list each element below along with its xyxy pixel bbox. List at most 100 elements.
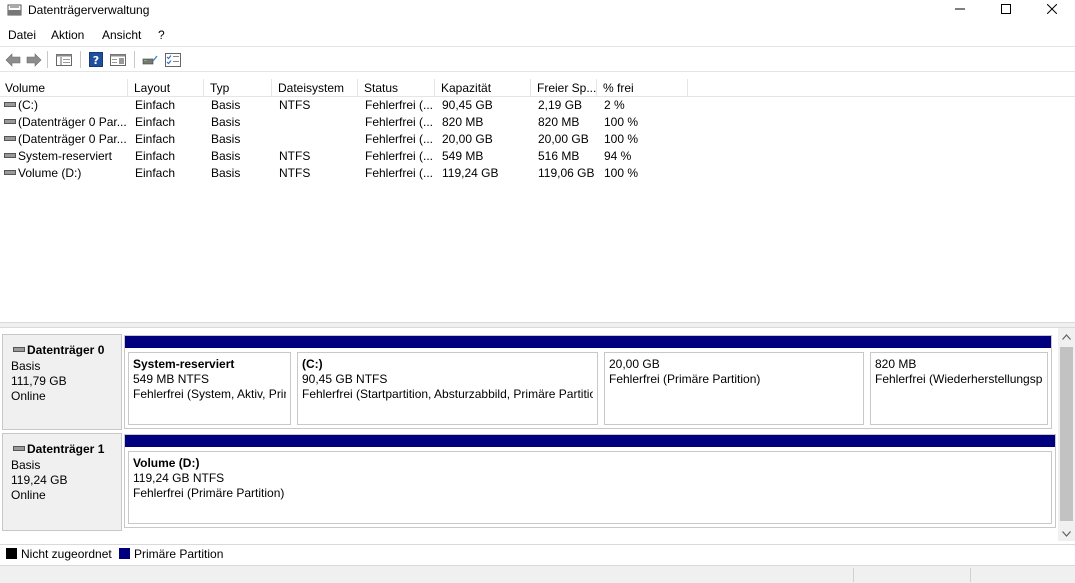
help-button[interactable]: ? — [88, 50, 104, 69]
cell-percent-free: 2 % — [604, 98, 625, 112]
column-header-capacity[interactable]: Kapazität — [436, 79, 531, 97]
disk-management-icon — [7, 4, 22, 16]
legend-swatch-unallocated — [6, 548, 17, 559]
minimize-button[interactable] — [937, 0, 983, 18]
maximize-icon — [1001, 4, 1011, 14]
partition-recovery[interactable]: 820 MB Fehlerfrei (Wiederherstellungspar… — [867, 336, 1051, 428]
disk-1-label[interactable]: Datenträger 1 Basis 119,24 GB Online — [2, 433, 122, 531]
cell-capacity: 549 MB — [442, 149, 484, 163]
console-tree-button[interactable] — [55, 50, 73, 69]
disk-icon — [13, 347, 25, 353]
cell-layout: Einfach — [135, 98, 176, 112]
cell-layout: Einfach — [135, 149, 176, 163]
volume-row[interactable]: Volume (D:) Einfach Basis NTFS Fehlerfre… — [0, 165, 1075, 182]
disk-0-type: Basis — [11, 359, 41, 373]
back-arrow-icon — [5, 52, 20, 67]
disk-connect-button[interactable] — [142, 50, 158, 69]
partition-disk0-3[interactable]: 20,00 GB Fehlerfrei (Primäre Partition) — [601, 336, 867, 428]
cell-type: Basis — [211, 166, 241, 180]
column-header-free-space[interactable]: Freier Sp... — [532, 79, 597, 97]
primary-partition-bar — [867, 336, 1051, 348]
column-header-type[interactable]: Typ — [205, 79, 272, 97]
properties-button[interactable] — [109, 50, 127, 69]
partition-status: Fehlerfrei (Primäre Partition) — [609, 372, 761, 386]
partition-system-reserved[interactable]: System-reserviert 549 MB NTFS Fehlerfrei… — [125, 336, 294, 428]
back-button[interactable] — [4, 50, 21, 69]
checklist-button[interactable] — [164, 50, 181, 69]
column-header-percent-free[interactable]: % frei — [598, 79, 688, 97]
primary-partition-bar — [601, 336, 867, 348]
title-bar: Datenträgerverwaltung — [0, 0, 1075, 22]
cell-free-space: 20,00 GB — [538, 132, 589, 146]
column-header-filesystem[interactable]: Dateisystem — [273, 79, 358, 97]
partition-size: 20,00 GB — [609, 357, 660, 371]
cell-volume: System-reserviert — [4, 148, 128, 165]
scroll-up-icon[interactable] — [1062, 334, 1071, 340]
volume-list: Volume Layout Typ Dateisystem Status Kap… — [0, 76, 1075, 322]
disk-0-label[interactable]: Datenträger 0 Basis 111,79 GB Online — [2, 334, 122, 430]
checklist-icon — [164, 52, 181, 67]
partition-size: 90,45 GB NTFS — [302, 372, 388, 386]
cell-type: Basis — [211, 132, 241, 146]
primary-partition-bar — [125, 435, 1055, 447]
menu-aktion[interactable]: Aktion — [51, 28, 84, 42]
column-header-layout[interactable]: Layout — [129, 79, 204, 97]
menu-datei[interactable]: Datei — [8, 28, 36, 42]
close-button[interactable] — [1029, 0, 1075, 18]
cell-capacity: 820 MB — [442, 115, 484, 129]
menu-ansicht[interactable]: Ansicht — [102, 28, 141, 42]
forward-button[interactable] — [25, 50, 42, 69]
partition-status: Fehlerfrei (Primäre Partition) — [133, 486, 285, 500]
partition-c[interactable]: (C:) 90,45 GB NTFS Fehlerfrei (Startpart… — [294, 336, 601, 428]
column-header-volume[interactable]: Volume — [0, 79, 128, 97]
partition-d[interactable]: Volume (D:) 119,24 GB NTFS Fehlerfrei (P… — [125, 435, 1055, 527]
scroll-down-icon[interactable] — [1062, 531, 1071, 537]
volume-row[interactable]: (Datenträger 0 Par... Einfach Basis Fehl… — [0, 131, 1075, 148]
maximize-button[interactable] — [983, 0, 1029, 18]
cell-free-space: 2,19 GB — [538, 98, 583, 112]
partition-size: 119,24 GB NTFS — [133, 471, 225, 485]
partition-name: (C:) — [302, 357, 323, 371]
disk-0-partitions: System-reserviert 549 MB NTFS Fehlerfrei… — [124, 335, 1052, 429]
partition-details: Volume (D:) 119,24 GB NTFS Fehlerfrei (P… — [128, 451, 1052, 524]
svg-text:?: ? — [93, 54, 99, 67]
primary-partition-bar — [294, 336, 601, 348]
disk-view-scrollbar[interactable] — [1058, 328, 1075, 541]
disk-0-state: Online — [11, 389, 46, 403]
partition-size: 549 MB NTFS — [133, 372, 210, 386]
partition-status: Fehlerfrei (System, Aktiv, Primäre Parti… — [133, 387, 286, 401]
cell-free-space: 820 MB — [538, 115, 580, 129]
toolbar-separator — [80, 51, 81, 68]
cell-volume: Volume (D:) — [4, 165, 128, 182]
partition-status: Fehlerfrei (Startpartition, Absturzabbil… — [302, 387, 593, 401]
legend-label-primary: Primäre Partition — [134, 547, 224, 561]
volume-row[interactable]: (Datenträger 0 Par... Einfach Basis Fehl… — [0, 114, 1075, 131]
cell-type: Basis — [211, 115, 241, 129]
minimize-icon — [955, 8, 965, 10]
cell-filesystem: NTFS — [279, 98, 311, 112]
menu-help[interactable]: ? — [158, 28, 165, 42]
disk-1-size: 119,24 GB — [11, 473, 68, 487]
partition-details: 20,00 GB Fehlerfrei (Primäre Partition) — [604, 352, 864, 425]
window-title: Datenträgerverwaltung — [28, 3, 150, 17]
cell-filesystem: NTFS — [279, 166, 311, 180]
cell-percent-free: 94 % — [604, 149, 632, 163]
legend-label-unallocated: Nicht zugeordnet — [21, 547, 112, 561]
partition-name: Volume (D:) — [133, 456, 200, 470]
disk-graphical-view: Datenträger 0 Basis 111,79 GB Online Sys… — [0, 328, 1058, 541]
column-header-status[interactable]: Status — [359, 79, 435, 97]
volume-row[interactable]: System-reserviert Einfach Basis NTFS Feh… — [0, 148, 1075, 165]
partition-name: System-reserviert — [133, 357, 235, 371]
cell-status: Fehlerfrei (... — [365, 132, 434, 146]
volume-row[interactable]: (C:) Einfach Basis NTFS Fehlerfrei (... … — [0, 97, 1075, 114]
cell-capacity: 90,45 GB — [442, 98, 493, 112]
partition-status: Fehlerfrei (Wiederherstellungspartition) — [875, 372, 1043, 386]
disk-1-partitions: Volume (D:) 119,24 GB NTFS Fehlerfrei (P… — [124, 434, 1056, 528]
disk-0-title: Datenträger 0 — [13, 343, 104, 357]
scrollbar-thumb[interactable] — [1060, 347, 1073, 521]
disk-volume-icon — [4, 153, 16, 159]
cell-free-space: 516 MB — [538, 149, 580, 163]
toolbar-separator — [47, 51, 48, 68]
status-bar — [0, 565, 1075, 583]
console-tree-icon — [56, 53, 72, 66]
